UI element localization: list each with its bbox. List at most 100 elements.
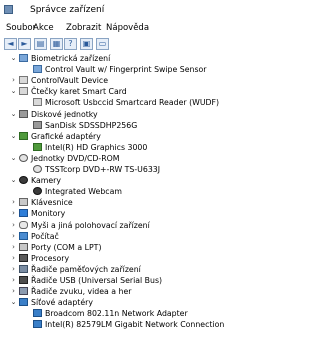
pc-icon [19,232,28,240]
tree-device[interactable]: Broadcom 802.11n Network Adapter [33,308,188,319]
tree-label: Klávesnice [31,198,73,207]
collapse-arrow-icon[interactable]: ⌄ [10,54,17,63]
expand-arrow-icon[interactable]: › [10,243,17,252]
cam-icon [33,187,42,195]
expand-arrow-icon[interactable]: › [10,221,17,230]
tree-category[interactable]: Řadiče USB (Universal Serial Bus) [19,275,162,286]
tree-category[interactable]: Kamery [19,175,61,186]
tree-category[interactable]: Monitory [19,208,65,219]
tree-label: Grafické adaptéry [31,132,101,141]
card-icon [33,98,42,106]
disk-icon [33,121,42,129]
snd-icon [19,287,28,295]
ctrl-icon [19,265,28,273]
tree-label: Řadiče paměťových zařízení [31,265,141,274]
expand-arrow-icon[interactable]: › [10,276,17,285]
tree-category[interactable]: Řadiče zvuku, videa a her [19,286,132,297]
menu-1[interactable]: Akce [33,23,54,33]
tree-label: Řadiče USB (Universal Serial Bus) [31,276,163,285]
tree-label: Čtečky karet Smart Card [31,87,127,96]
tree-category[interactable]: Diskové jednotky [19,109,98,120]
net-icon [33,320,42,328]
tree-label: Intel(R) HD Graphics 3000 [45,143,148,152]
tree-label: Počítač [31,232,59,241]
window-title: Správce zařízení [30,5,105,15]
card-icon [19,87,28,95]
device-manager-icon [4,5,13,14]
gpu-icon [19,132,28,140]
view-tree-button[interactable]: ▤ [34,38,47,50]
collapse-arrow-icon[interactable]: ⌄ [10,298,17,307]
expand-arrow-icon[interactable]: › [10,254,17,263]
menu-bar: Soubor Akce Zobrazit Nápověda [0,20,263,36]
expand-arrow-icon[interactable]: › [10,232,17,241]
expand-arrow-icon[interactable]: › [10,287,17,296]
device-tree[interactable]: ⌄ Biometrická zařízení Control Vault w/ Fi… [0,53,263,340]
tree-category[interactable]: Řadiče paměťových zařízení [19,264,141,275]
tree-category[interactable]: Klávesnice [19,197,73,208]
tree-label: Jednotky DVD/CD-ROM [31,154,120,163]
tree-category[interactable]: Čtečky karet Smart Card [19,86,127,97]
forward-button[interactable]: ► [18,38,31,50]
tree-category[interactable]: Procesory [19,253,69,264]
expand-arrow-icon[interactable]: › [10,198,17,207]
port-icon [19,243,28,251]
tree-label: Porty (COM a LPT) [31,243,102,252]
tree-device[interactable]: Intel(R) 82579LM Gigabit Network Connect… [33,319,224,330]
net-icon [19,298,28,306]
tree-category[interactable]: Biometrická zařízení [19,53,110,64]
tree-device[interactable]: Integrated Webcam [33,186,122,197]
update-driver-button[interactable]: ▣ [80,38,93,50]
back-button[interactable]: ◄ [4,38,17,50]
cpu-icon [19,254,28,262]
tree-label: Myši a jiná polohovací zařízení [31,221,150,230]
card-icon [19,76,28,84]
tree-category[interactable]: ControlVault Device [19,75,108,86]
expand-arrow-icon[interactable]: › [10,265,17,274]
collapse-arrow-icon[interactable]: ⌄ [10,176,17,185]
dev-icon [33,65,42,73]
tree-label: Diskové jednotky [31,110,98,119]
tree-device[interactable]: Intel(R) HD Graphics 3000 [33,142,147,153]
tree-label: Síťové adaptéry [31,298,93,307]
net-icon [33,309,42,317]
tree-category[interactable]: Počítač [19,231,59,242]
kbd-icon [19,198,28,206]
dvd-icon [19,154,28,162]
expand-arrow-icon[interactable]: › [10,209,17,218]
collapse-arrow-icon[interactable]: ⌄ [10,154,17,163]
show-display-button[interactable]: ▭ [96,38,109,50]
help-button[interactable]: ? [64,38,77,50]
collapse-arrow-icon[interactable]: ⌄ [10,110,17,119]
properties-button[interactable]: ▦ [50,38,63,50]
tree-device[interactable]: Control Vault w/ Fingerprint Swipe Senso… [33,64,207,75]
tree-device[interactable]: SanDisk SDSSDHP256G [33,120,137,131]
tree-category[interactable]: Porty (COM a LPT) [19,242,101,253]
tree-label: Řadiče zvuku, videa a her [31,287,132,296]
menu-3[interactable]: Nápověda [106,23,149,33]
tree-label: Control Vault w/ Fingerprint Swipe Senso… [45,65,207,74]
tree-category[interactable]: Jednotky DVD/CD-ROM [19,153,120,164]
collapse-arrow-icon[interactable]: ⌄ [10,87,17,96]
tree-label: Intel(R) 82579LM Gigabit Network Connect… [45,320,225,329]
tree-category[interactable]: Grafické adaptéry [19,131,101,142]
tree-device[interactable]: Microsoft Usbccid Smartcard Reader (WUDF… [33,97,219,108]
toolbar: ◄ ► ▤ ▦? ▣ ▭ [0,36,263,53]
dvd-icon [33,165,42,173]
menu-2[interactable]: Zobrazit [66,23,101,33]
cam-icon [19,176,28,184]
gpu-icon [33,143,42,151]
mouse-icon [19,221,28,229]
tree-category[interactable]: Myši a jiná polohovací zařízení [19,220,150,231]
collapse-arrow-icon[interactable]: ⌄ [10,132,17,141]
dev-icon [19,54,28,62]
tree-label: Broadcom 802.11n Network Adapter [45,309,188,318]
tree-device[interactable]: TSSTcorp DVD+-RW TS-U633J [33,164,160,175]
tree-label: Microsoft Usbccid Smartcard Reader (WUDF… [45,98,220,107]
menu-0[interactable]: Soubor [6,23,36,33]
title-bar: Správce zařízení [0,0,263,20]
expand-arrow-icon[interactable]: › [10,76,17,85]
tree-label: TSSTcorp DVD+-RW TS-U633J [45,165,161,174]
tree-category[interactable]: Síťové adaptéry [19,297,93,308]
mon-icon [19,209,28,217]
